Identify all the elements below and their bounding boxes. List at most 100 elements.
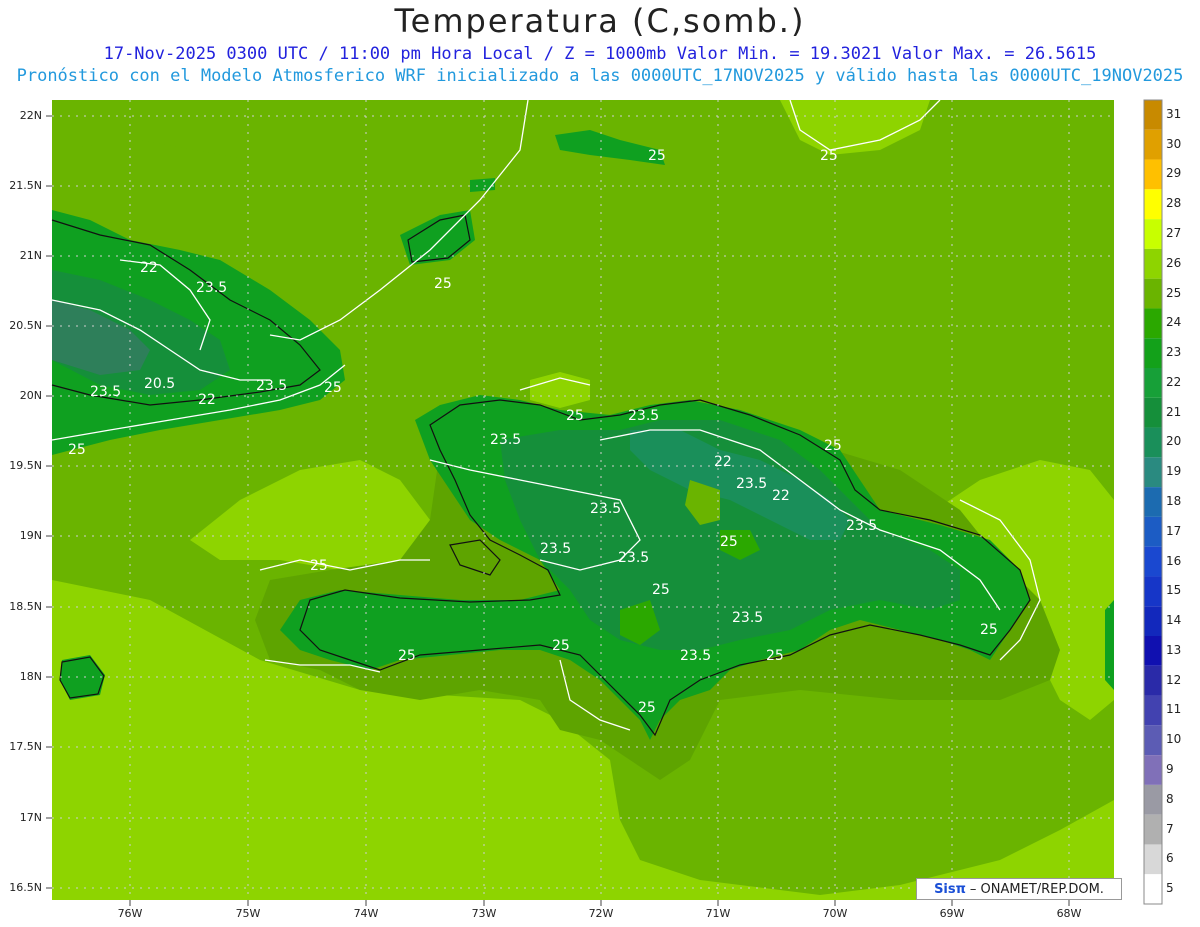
colorbar-swatch	[1144, 368, 1162, 398]
lat-label: 20N	[19, 389, 42, 402]
colorbar-level-label: 7	[1166, 821, 1174, 836]
lon-label: 72W	[588, 907, 614, 920]
colorbar-swatch	[1144, 278, 1162, 309]
contour-label: 25	[820, 148, 838, 164]
contour-label: 25	[648, 148, 666, 164]
lon-label: 76W	[117, 907, 143, 920]
colorbar-swatch	[1144, 636, 1162, 666]
contour-label: 25	[638, 700, 656, 716]
colorbar-swatch	[1144, 397, 1162, 428]
colorbar-swatch	[1144, 189, 1162, 220]
lon-label: 70W	[822, 907, 848, 920]
contour-label: 25	[310, 558, 328, 574]
colorbar-level-label: 21	[1166, 404, 1182, 419]
lon-label: 69W	[939, 907, 965, 920]
lon-label: 75W	[235, 907, 261, 920]
contour-label: 25	[434, 276, 452, 292]
colorbar-swatch	[1144, 308, 1162, 339]
colorbar-swatch	[1144, 129, 1162, 160]
contour-label: 23.5	[196, 280, 227, 296]
colorbar-level-label: 15	[1166, 583, 1182, 598]
colorbar-swatch	[1144, 338, 1162, 368]
colorbar-swatch	[1144, 427, 1162, 458]
colorbar-level-label: 29	[1166, 166, 1182, 181]
colorbar-level-label: 9	[1166, 762, 1174, 776]
colorbar-level-label: 11	[1166, 702, 1182, 717]
colorbar-swatch	[1144, 219, 1162, 249]
colorbar-level-label: 26	[1166, 255, 1182, 270]
lat-label: 20.5N	[9, 319, 42, 332]
colorbar-swatch	[1144, 725, 1162, 756]
contour-label: 23.5	[846, 518, 877, 534]
contour-label: 23.5	[618, 550, 649, 566]
lat-label: 19.5N	[9, 459, 42, 472]
contour-label: 22	[714, 454, 732, 470]
colorbar-level-label: 8	[1166, 791, 1174, 806]
colorbar-level-label: 24	[1166, 315, 1182, 330]
colorbar-swatch	[1144, 695, 1162, 726]
contour-label: 25	[824, 438, 842, 454]
contour-label: 23.5	[540, 541, 571, 557]
colorbar-swatch	[1144, 844, 1162, 875]
credit-text: – ONAMET/REP.DOM.	[969, 881, 1104, 897]
colorbar-level-label: 31	[1166, 106, 1182, 121]
colorbar-level-label: 19	[1166, 464, 1182, 479]
colorbar-swatch	[1144, 516, 1162, 547]
contour-label: 23.5	[680, 648, 711, 664]
contour-label: 22	[140, 260, 158, 276]
contour-label: 23.5	[732, 610, 763, 626]
colorbar-swatch	[1144, 665, 1162, 696]
contour-label: 22	[198, 392, 216, 408]
lat-label: 18N	[19, 670, 42, 683]
colorbar-level-label: 25	[1166, 285, 1182, 300]
sispi-logo: Sisπ	[934, 881, 966, 897]
colorbar-swatch	[1144, 814, 1162, 845]
colorbar-level-label: 18	[1166, 494, 1182, 508]
colorbar-level-label: 22	[1166, 374, 1182, 389]
colorbar-swatch	[1144, 755, 1162, 785]
colorbar-swatch	[1144, 100, 1162, 130]
contour-label: 25	[398, 648, 416, 664]
lat-label: 22N	[19, 109, 42, 122]
lon-label: 73W	[471, 907, 497, 920]
contour-label: 23.5	[490, 432, 521, 448]
lat-label: 21.5N	[9, 179, 42, 192]
contour-label: 25	[552, 638, 570, 654]
colorbar-level-label: 17	[1166, 523, 1182, 538]
lon-label: 74W	[353, 907, 379, 920]
contour-label: 20.5	[144, 376, 175, 392]
colorbar-level-label: 10	[1166, 732, 1182, 747]
colorbar-swatch	[1144, 874, 1162, 904]
colorbar	[1143, 99, 1163, 905]
contour-label: 25	[980, 622, 998, 638]
lat-label: 18.5N	[9, 600, 42, 613]
lat-label: 16.5N	[9, 881, 42, 894]
contour-label: 25	[566, 408, 584, 424]
colorbar-swatch	[1144, 606, 1162, 636]
colorbar-swatch	[1144, 487, 1162, 517]
colorbar-level-label: 14	[1166, 613, 1182, 628]
contour-label: 23.5	[256, 378, 287, 394]
colorbar-swatch	[1144, 248, 1162, 279]
contour-label: 23.5	[590, 501, 621, 517]
lon-label: 68W	[1056, 907, 1082, 920]
colorbar-level-label: 20	[1166, 434, 1182, 449]
colorbar-swatch	[1144, 546, 1162, 577]
colorbar-swatch	[1144, 159, 1162, 190]
colorbar-swatch	[1144, 784, 1162, 815]
colorbar-level-label: 23	[1166, 345, 1182, 360]
contour-label: 23.5	[736, 476, 767, 492]
colorbar-level-label: 28	[1166, 196, 1182, 211]
colorbar-level-label: 16	[1166, 553, 1182, 568]
contour-label: 25	[652, 582, 670, 598]
colorbar-swatch	[1144, 457, 1162, 488]
colorbar-level-label: 27	[1166, 226, 1182, 240]
contour-label: 23.5	[90, 384, 121, 400]
colorbar-swatch	[1144, 576, 1162, 607]
contour-label: 22	[772, 488, 790, 504]
lat-label: 19N	[19, 529, 42, 542]
contour-label: 25	[720, 534, 738, 550]
colorbar-level-label: 12	[1166, 672, 1182, 687]
lat-label: 21N	[19, 249, 42, 262]
colorbar-level-label: 6	[1166, 851, 1174, 866]
